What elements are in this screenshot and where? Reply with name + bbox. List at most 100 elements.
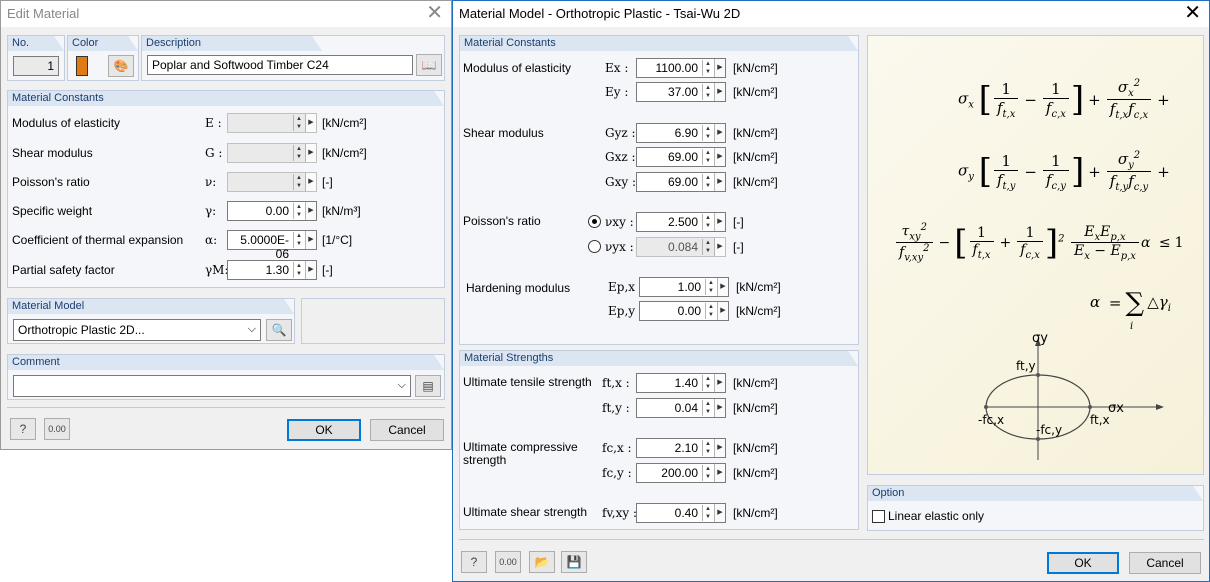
color-picker-icon[interactable]: 🎨 bbox=[108, 55, 134, 77]
fc-y-point bbox=[1036, 437, 1040, 441]
modulus-unit: [kN/cm²] bbox=[733, 61, 778, 75]
close-icon[interactable]: ✕ bbox=[426, 3, 443, 23]
constant-input[interactable]: ▲ ▼ ▶ bbox=[227, 172, 317, 192]
constant-input-value: 0.00 bbox=[265, 204, 289, 218]
compressive-input[interactable]: 200.00 ▲ ▼ ▶ bbox=[636, 463, 726, 483]
spin-arrows-icon[interactable]: ▲ ▼ bbox=[702, 239, 713, 255]
modulus-input[interactable]: 37.00 ▲ ▼ ▶ bbox=[636, 82, 726, 102]
constant-unit: [kN/cm²] bbox=[322, 146, 367, 160]
spin-arrows-icon[interactable]: ▲ ▼ bbox=[702, 174, 713, 190]
expand-right-icon[interactable]: ▶ bbox=[717, 278, 728, 296]
spin-arrows-icon[interactable]: ▲ ▼ bbox=[702, 440, 713, 456]
constant-input[interactable]: 1.30 ▲ ▼ ▶ bbox=[227, 260, 317, 280]
spin-arrows-icon[interactable]: ▲ ▼ bbox=[702, 149, 713, 165]
spin-arrows-icon[interactable]: ▲ ▼ bbox=[702, 375, 713, 391]
description-field[interactable]: Poplar and Softwood Timber C24 bbox=[147, 55, 413, 75]
expand-right-icon[interactable]: ▶ bbox=[714, 238, 725, 256]
save-icon[interactable]: 💾 bbox=[561, 551, 587, 573]
ft-x-label: ft,x bbox=[1090, 413, 1110, 427]
expand-right-icon[interactable]: ▶ bbox=[305, 261, 316, 279]
spin-arrows-icon[interactable]: ▲ ▼ bbox=[702, 465, 713, 481]
expand-right-icon[interactable]: ▶ bbox=[305, 231, 316, 249]
spin-arrows-icon[interactable]: ▲ ▼ bbox=[702, 84, 713, 100]
constant-label: Modulus of elasticity bbox=[12, 116, 121, 130]
expand-right-icon[interactable]: ▶ bbox=[714, 124, 725, 142]
shear-input[interactable]: 69.00 ▲ ▼ ▶ bbox=[636, 147, 726, 167]
poisson-radio[interactable] bbox=[588, 215, 601, 228]
number-field[interactable]: 1 bbox=[13, 56, 59, 76]
expand-right-icon[interactable]: ▶ bbox=[305, 202, 316, 220]
constant-input[interactable]: 0.00 ▲ ▼ ▶ bbox=[227, 201, 317, 221]
expand-right-icon[interactable]: ▶ bbox=[714, 83, 725, 101]
tensile-unit: [kN/cm²] bbox=[733, 401, 778, 415]
comment-library-icon[interactable]: ▤ bbox=[415, 375, 441, 397]
constant-input[interactable]: ▲ ▼ ▶ bbox=[227, 113, 317, 133]
close-icon[interactable]: ✕ bbox=[1184, 3, 1201, 23]
shear-input[interactable]: 69.00 ▲ ▼ ▶ bbox=[636, 172, 726, 192]
poisson-input[interactable]: 0.084 ▲ ▼ ▶ bbox=[636, 237, 726, 257]
expand-right-icon[interactable]: ▶ bbox=[714, 399, 725, 417]
fc-x-label: -fc,x bbox=[978, 413, 1004, 427]
expand-right-icon[interactable]: ▶ bbox=[714, 464, 725, 482]
zero-values-icon[interactable]: 0.00 bbox=[495, 551, 521, 573]
linear-elastic-checkbox[interactable] bbox=[872, 510, 885, 523]
shear-strength-input[interactable]: 0.40 ▲ ▼ ▶ bbox=[636, 503, 726, 523]
spin-arrows-icon[interactable]: ▲ ▼ bbox=[702, 505, 713, 521]
model-select[interactable]: Orthotropic Plastic 2D... ⌵ bbox=[13, 319, 261, 341]
tensile-input[interactable]: 1.40 ▲ ▼ ▶ bbox=[636, 373, 726, 393]
spin-arrows-icon[interactable]: ▲ ▼ bbox=[293, 262, 304, 278]
material-model-titlebar: Material Model - Orthotropic Plastic - T… bbox=[453, 1, 1209, 27]
ok-button[interactable]: OK bbox=[287, 419, 361, 441]
spin-arrows-icon[interactable]: ▲ ▼ bbox=[293, 203, 304, 219]
ok-button[interactable]: OK bbox=[1047, 552, 1119, 574]
modulus-input[interactable]: 1100.00 ▲ ▼ ▶ bbox=[636, 58, 726, 78]
poisson-symbol: νyx : bbox=[605, 240, 634, 254]
expand-right-icon[interactable]: ▶ bbox=[714, 374, 725, 392]
expand-right-icon[interactable]: ▶ bbox=[305, 144, 316, 162]
cancel-button[interactable]: Cancel bbox=[1129, 552, 1201, 574]
color-swatch[interactable] bbox=[76, 56, 88, 76]
expand-right-icon[interactable]: ▶ bbox=[714, 504, 725, 522]
formula-line-4: α = ∑i△γi bbox=[1090, 288, 1171, 332]
constant-input[interactable]: 5.0000E-06 ▲ ▼ ▶ bbox=[227, 230, 317, 261]
hardening-input[interactable]: 0.00 ▲ ▼ ▶ bbox=[639, 301, 729, 321]
number-group: No. 1 bbox=[7, 35, 65, 81]
help-icon[interactable]: ? bbox=[461, 551, 487, 573]
spin-arrows-icon[interactable]: ▲ ▼ bbox=[293, 145, 304, 161]
spin-arrows-icon[interactable]: ▲ ▼ bbox=[702, 125, 713, 141]
hardening-input[interactable]: 1.00 ▲ ▼ ▶ bbox=[639, 277, 729, 297]
expand-right-icon[interactable]: ▶ bbox=[717, 302, 728, 320]
spin-arrows-icon[interactable]: ▲ ▼ bbox=[702, 214, 713, 230]
zero-values-icon[interactable]: 0.00 bbox=[44, 418, 70, 440]
constant-input[interactable]: ▲ ▼ ▶ bbox=[227, 143, 317, 163]
hardening-input-value: 1.00 bbox=[677, 280, 701, 294]
edit-model-icon[interactable]: 🔍 bbox=[266, 319, 292, 341]
expand-right-icon[interactable]: ▶ bbox=[714, 439, 725, 457]
mm-strengths-header: Material Strengths bbox=[460, 351, 858, 366]
tensile-input[interactable]: 0.04 ▲ ▼ ▶ bbox=[636, 398, 726, 418]
spin-arrows-icon[interactable]: ▲ ▼ bbox=[293, 115, 304, 131]
cancel-button[interactable]: Cancel bbox=[370, 419, 444, 441]
compressive-input[interactable]: 2.10 ▲ ▼ ▶ bbox=[636, 438, 726, 458]
poisson-input[interactable]: 2.500 ▲ ▼ ▶ bbox=[636, 212, 726, 232]
library-icon[interactable]: 📖 bbox=[416, 54, 442, 76]
open-folder-icon[interactable]: 📂 bbox=[529, 551, 555, 573]
model-select-value: Orthotropic Plastic 2D... bbox=[18, 323, 145, 337]
spin-arrows-icon[interactable]: ▲ ▼ bbox=[293, 232, 304, 248]
comment-field[interactable]: ⌵ bbox=[13, 375, 411, 397]
expand-right-icon[interactable]: ▶ bbox=[714, 213, 725, 231]
poisson-radio[interactable] bbox=[588, 240, 601, 253]
help-icon[interactable]: ? bbox=[10, 418, 36, 440]
expand-right-icon[interactable]: ▶ bbox=[305, 173, 316, 191]
tensile-symbol: ft,x : bbox=[602, 376, 630, 390]
expand-right-icon[interactable]: ▶ bbox=[714, 148, 725, 166]
spin-arrows-icon[interactable]: ▲ ▼ bbox=[705, 279, 716, 295]
spin-arrows-icon[interactable]: ▲ ▼ bbox=[293, 174, 304, 190]
spin-arrows-icon[interactable]: ▲ ▼ bbox=[702, 60, 713, 76]
shear-input[interactable]: 6.90 ▲ ▼ ▶ bbox=[636, 123, 726, 143]
spin-arrows-icon[interactable]: ▲ ▼ bbox=[705, 303, 716, 319]
expand-right-icon[interactable]: ▶ bbox=[714, 59, 725, 77]
expand-right-icon[interactable]: ▶ bbox=[714, 173, 725, 191]
expand-right-icon[interactable]: ▶ bbox=[305, 114, 316, 132]
spin-arrows-icon[interactable]: ▲ ▼ bbox=[702, 400, 713, 416]
